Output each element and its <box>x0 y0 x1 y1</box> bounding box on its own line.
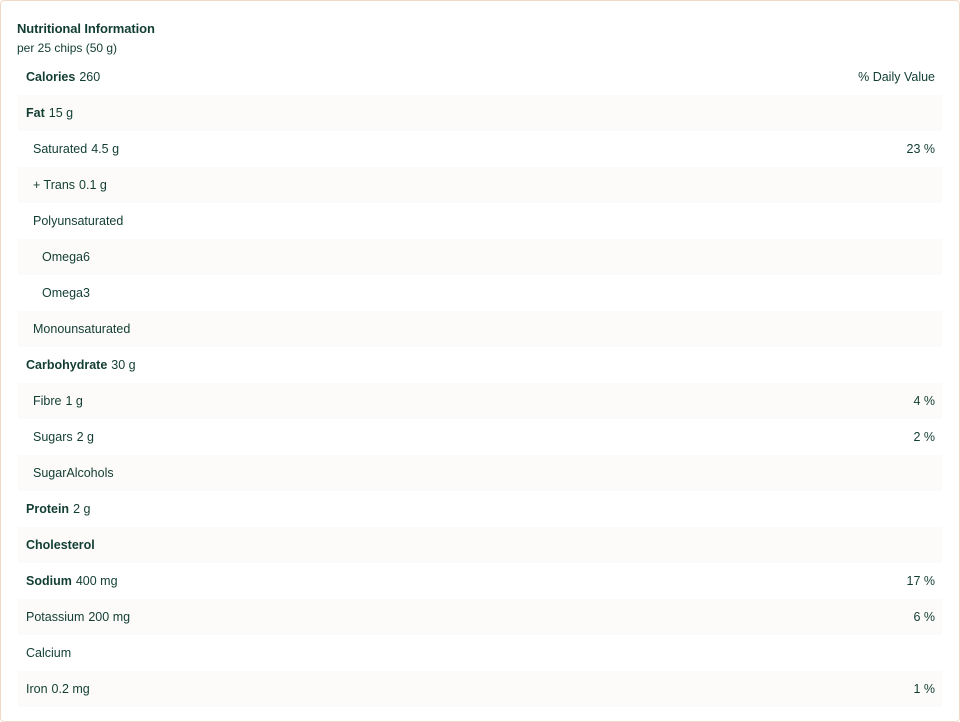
nutrient-label: SugarAlcohols <box>18 466 114 480</box>
nutrient-name: Sugars <box>33 430 73 444</box>
nutrient-label: Potassium 200 mg <box>18 610 130 624</box>
daily-value: 23 % <box>906 142 936 156</box>
nutrient-name: + Trans <box>33 178 76 192</box>
nutrient-name: Polyunsaturated <box>33 214 124 228</box>
nutrient-label: Iron 0.2 mg <box>18 682 90 696</box>
nutrient-row: Cholesterol <box>18 527 942 563</box>
daily-value: 1 % <box>913 682 935 696</box>
nutrient-name: Carbohydrate <box>26 358 108 372</box>
nutrient-amount: 0.1 g <box>79 178 107 192</box>
nutrient-name: Omega3 <box>42 286 90 300</box>
nutrient-row: Calcium <box>18 635 942 671</box>
nutrient-row: Polyunsaturated <box>18 203 942 239</box>
nutrient-label: Fat 15 g <box>18 106 73 120</box>
nutrient-name: Monounsaturated <box>33 322 131 336</box>
nutrient-amount: 4.5 g <box>91 142 120 156</box>
nutrition-panel: Nutritional Information per 25 chips (50… <box>0 0 960 722</box>
nutrient-name: Fat <box>26 106 45 120</box>
nutrient-row: Potassium 200 mg 6 % <box>18 599 942 635</box>
nutrient-table: Calories 260 % Daily Value Fat 15 g Saturated… <box>18 59 942 707</box>
nutrient-amount: 2 g <box>76 430 94 444</box>
nutrient-name: Omega6 <box>42 250 90 264</box>
nutrient-row: Saturated 4.5 g 23 % <box>18 131 942 167</box>
nutrient-name: Iron <box>26 682 48 696</box>
nutrient-label: Fibre 1 g <box>18 394 83 408</box>
nutrient-label: Polyunsaturated <box>18 214 123 228</box>
nutrient-name: Saturated <box>33 142 88 156</box>
daily-value: 17 % <box>906 574 936 588</box>
nutrient-row: Omega6 <box>18 239 942 275</box>
nutrient-row: Monounsaturated <box>18 311 942 347</box>
nutrient-name: Potassium <box>26 610 85 624</box>
nutrient-row: Sugars 2 g 2 % <box>18 419 942 455</box>
daily-value: 2 % <box>913 430 935 444</box>
nutrient-label: Calcium <box>18 646 71 660</box>
nutrient-amount: 400 mg <box>75 574 118 588</box>
nutrient-row: Fibre 1 g 4 % <box>18 383 942 419</box>
nutrient-label: Protein 2 g <box>18 502 90 516</box>
nutrient-label: Omega6 <box>18 250 90 264</box>
nutrient-row: Omega3 <box>18 275 942 311</box>
daily-value: 4 % <box>913 394 935 408</box>
nutrient-row: Sodium 400 mg 17 % <box>18 563 942 599</box>
nutrient-row: SugarAlcohols <box>18 455 942 491</box>
nutrient-name: Sodium <box>26 574 72 588</box>
nutrient-label: Sodium 400 mg <box>18 574 118 588</box>
nutrient-amount: 0.2 mg <box>51 682 90 696</box>
nutrient-name: Protein <box>26 502 70 516</box>
daily-value: % Daily Value <box>858 70 935 84</box>
nutrient-label: + Trans 0.1 g <box>18 178 107 192</box>
nutrient-amount: 260 <box>79 70 101 84</box>
nutrient-name: Calories <box>26 70 76 84</box>
nutrient-amount: 200 mg <box>88 610 131 624</box>
nutrient-label: Omega3 <box>18 286 90 300</box>
nutrient-name: Cholesterol <box>26 538 95 552</box>
nutrient-name: SugarAlcohols <box>33 466 114 480</box>
nutrient-name: Calcium <box>26 646 72 660</box>
nutrient-row: Calories 260 % Daily Value <box>18 59 942 95</box>
nutrient-label: Carbohydrate 30 g <box>18 358 136 372</box>
nutrient-amount: 2 g <box>73 502 91 516</box>
nutrient-row: Protein 2 g <box>18 491 942 527</box>
nutrient-label: Monounsaturated <box>18 322 130 336</box>
nutrient-amount: 15 g <box>48 106 74 120</box>
nutrient-label: Saturated 4.5 g <box>18 142 119 156</box>
nutrient-amount: 30 g <box>111 358 136 372</box>
nutrient-row: Iron 0.2 mg 1 % <box>18 671 942 707</box>
panel-title: Nutritional Information <box>17 21 155 36</box>
nutrient-name: Fibre <box>33 394 62 408</box>
nutrient-row: + Trans 0.1 g <box>18 167 942 203</box>
nutrient-row: Fat 15 g <box>18 95 942 131</box>
nutrient-label: Sugars 2 g <box>18 430 94 444</box>
daily-value: 6 % <box>913 610 935 624</box>
nutrient-label: Calories 260 <box>18 70 100 84</box>
serving-size: per 25 chips (50 g) <box>17 41 118 55</box>
nutrient-row: Carbohydrate 30 g <box>18 347 942 383</box>
nutrient-label: Cholesterol <box>18 538 99 552</box>
nutrient-amount: 1 g <box>65 394 83 408</box>
